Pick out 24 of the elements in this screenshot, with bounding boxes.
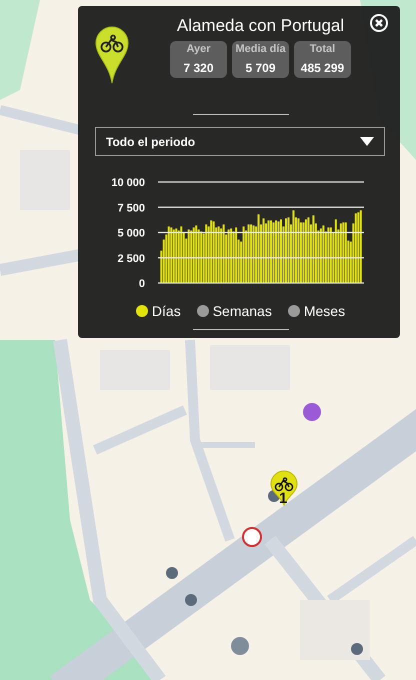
station-title: Alameda con Portugal <box>176 16 344 36</box>
period-dropdown[interactable]: Todo el periodo <box>95 127 385 156</box>
stat-label: Ayer <box>186 43 211 55</box>
legend-dot-icon <box>136 305 148 317</box>
stat-value: 7 320 <box>183 61 214 75</box>
stat-label: Total <box>310 43 336 55</box>
legend-dot-icon <box>288 305 300 317</box>
y-axis-label: 10 000 <box>111 177 145 189</box>
period-value: Todo el periodo <box>106 134 196 148</box>
legend-item[interactable]: Semanas <box>196 303 272 319</box>
bike-pin-icon <box>95 26 129 84</box>
y-axis-label: 5 000 <box>117 228 145 240</box>
y-axis-label: 0 <box>138 278 145 290</box>
stat-value: 485 299 <box>300 61 344 75</box>
legend-item[interactable]: Meses <box>288 303 346 319</box>
stat-value: 5 709 <box>245 61 276 75</box>
stat-label: Media día <box>235 43 286 55</box>
marker-label: 1 <box>279 490 288 507</box>
y-axis-label: 2 500 <box>117 252 145 265</box>
close-icon[interactable] <box>369 13 389 33</box>
y-axis-label: 7 500 <box>117 202 145 214</box>
legend-item[interactable]: Días <box>136 303 181 319</box>
dropdown-caret-icon <box>360 137 374 146</box>
legend-dot-icon <box>196 305 209 317</box>
